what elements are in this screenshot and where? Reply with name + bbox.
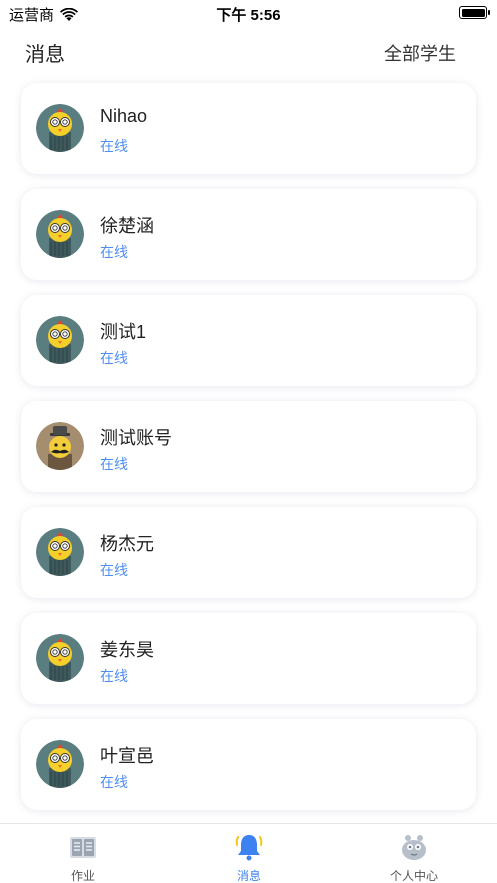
online-status: 在线 — [100, 456, 128, 472]
chick-avatar — [36, 740, 84, 788]
gentleman-avatar — [36, 422, 84, 470]
bell-icon — [235, 835, 263, 861]
online-status: 在线 — [100, 138, 128, 154]
contact-name: 测试1 — [100, 322, 147, 342]
contact-name: 徐楚涵 — [100, 216, 154, 236]
page-title: 消息 — [25, 44, 65, 66]
profile-icon — [402, 835, 426, 860]
messages-screen: 运营商 下午 5:56 消息 全部学生 Nihao 在线 徐楚涵 在线 测试1 … — [0, 0, 497, 883]
chick-avatar — [36, 528, 84, 576]
message-item-test1[interactable]: 测试1 在线 — [21, 295, 476, 386]
tab-label: 消息 — [236, 869, 261, 883]
chick-avatar — [36, 104, 84, 152]
message-item-jiangdonghao[interactable]: 姜东昊 在线 — [21, 613, 476, 704]
book-icon — [70, 837, 96, 858]
status-bar: 运营商 下午 5:56 — [0, 0, 497, 26]
nav-bar: 消息 全部学生 — [0, 26, 497, 76]
online-status: 在线 — [100, 562, 128, 578]
status-time: 下午 5:56 — [216, 7, 281, 24]
message-item-xuchuhan[interactable]: 徐楚涵 在线 — [21, 189, 476, 280]
chick-avatar — [36, 210, 84, 258]
message-list[interactable]: Nihao 在线 徐楚涵 在线 测试1 在线 测试账号 在线 杨杰元 在线 姜东… — [0, 76, 497, 821]
message-item-nihao[interactable]: Nihao 在线 — [21, 83, 476, 174]
chick-avatar — [36, 316, 84, 364]
online-status: 在线 — [100, 774, 128, 790]
message-item-test-account[interactable]: 测试账号 在线 — [21, 401, 476, 492]
tab-label: 个人中心 — [389, 869, 438, 883]
contact-name: 测试账号 — [100, 428, 172, 448]
tab-bar: 作业 消息 个人中心 — [0, 823, 497, 883]
all-students-button[interactable]: 全部学生 — [384, 40, 456, 66]
contact-name: 叶宣邑 — [100, 746, 154, 766]
message-item-yangjieyuan[interactable]: 杨杰元 在线 — [21, 507, 476, 598]
online-status: 在线 — [100, 668, 128, 684]
contact-name: 杨杰元 — [100, 534, 154, 554]
tab-profile[interactable]: 个人中心 — [331, 824, 497, 883]
message-item-yexuanyi[interactable]: 叶宣邑 在线 — [21, 719, 476, 810]
contact-name: Nihao — [100, 106, 148, 126]
online-status: 在线 — [100, 244, 128, 260]
tab-messages[interactable]: 消息 — [166, 824, 332, 883]
contact-name: 姜东昊 — [100, 640, 154, 660]
tab-label: 作业 — [70, 869, 95, 883]
tab-homework[interactable]: 作业 — [0, 824, 166, 883]
online-status: 在线 — [100, 350, 128, 366]
chick-avatar — [36, 634, 84, 682]
battery-icon — [459, 6, 490, 19]
